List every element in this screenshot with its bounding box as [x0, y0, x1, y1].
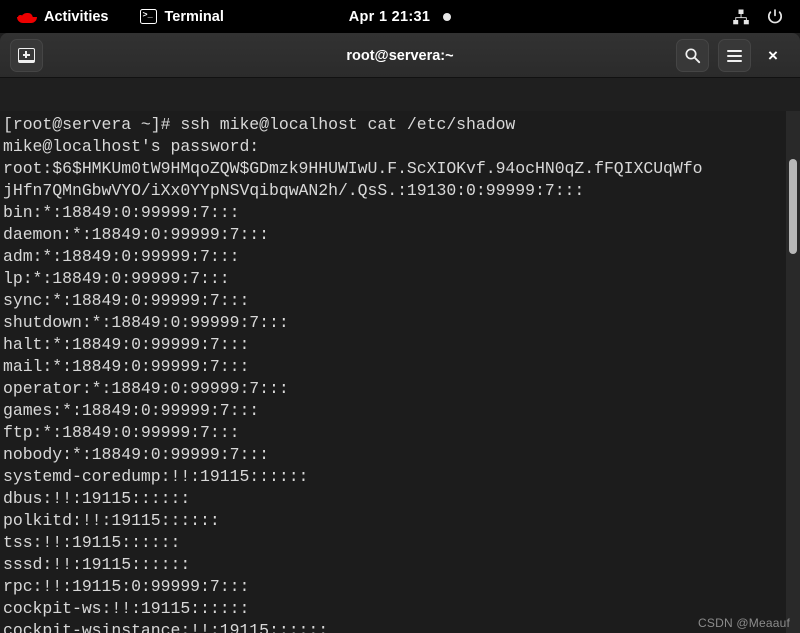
terminal-line: mike@localhost's password: [3, 137, 260, 156]
terminal-line: [root@servera ~]# ssh mike@localhost cat… [3, 115, 516, 134]
app-menu-label: Terminal [164, 8, 224, 25]
scrollbar-thumb[interactable] [789, 159, 797, 254]
terminal-line: ftp:*:18849:0:99999:7::: [3, 423, 240, 442]
menu-button[interactable] [718, 39, 751, 72]
terminal-line: shutdown:*:18849:0:99999:7::: [3, 313, 289, 332]
search-button[interactable] [676, 39, 709, 72]
terminal-scrollbar[interactable] [786, 111, 800, 633]
app-menu-terminal[interactable]: Terminal [131, 0, 232, 33]
terminal-line: tss:!!:19115:::::: [3, 533, 181, 552]
terminal-line: systemd-coredump:!!:19115:::::: [3, 467, 309, 486]
terminal-line: polkitd:!!:19115:::::: [3, 511, 220, 530]
gnome-top-bar: Activities Terminal Apr 1 21:31 [0, 0, 800, 33]
terminal-line: operator:*:18849:0:99999:7::: [3, 379, 289, 398]
top-bar-center: Apr 1 21:31 [0, 0, 800, 33]
recording-indicator-icon[interactable] [443, 12, 452, 21]
terminal-icon [140, 9, 158, 24]
terminal-line: adm:*:18849:0:99999:7::: [3, 247, 240, 266]
close-icon: × [768, 45, 778, 65]
terminal-output[interactable]: [root@servera ~]# ssh mike@localhost cat… [0, 111, 786, 633]
terminal-line: mail:*:18849:0:99999:7::: [3, 357, 250, 376]
terminal-line: sssd:!!:19115:::::: [3, 555, 191, 574]
system-status-area[interactable] [732, 0, 800, 33]
terminal-line: sync:*:18849:0:99999:7::: [3, 291, 250, 310]
terminal-line: nobody:*:18849:0:99999:7::: [3, 445, 269, 464]
new-tab-icon [18, 47, 35, 63]
clock[interactable]: Apr 1 21:31 [349, 9, 430, 25]
terminal-line: rpc:!!:19115:0:99999:7::: [3, 577, 250, 596]
terminal-window: root@servera:~ × [root@servera ~]# ssh m… [0, 33, 800, 633]
network-icon [733, 9, 749, 24]
terminal-line: cockpit-ws:!!:19115:::::: [3, 599, 250, 618]
terminal-line: daemon:*:18849:0:99999:7::: [3, 225, 269, 244]
terminal-line: games:*:18849:0:99999:7::: [3, 401, 260, 420]
terminal-line: dbus:!!:19115:::::: [3, 489, 191, 508]
power-icon [767, 8, 783, 23]
terminal-line: cockpit-wsinstance:!!:19115:::::: [3, 621, 329, 633]
activities-label: Activities [44, 8, 109, 25]
terminal-line: root:$6$HMKUm0tW9HMqoZQW$GDmzk9HHUWIwU.F… [3, 159, 703, 178]
watermark: CSDN @Meaauf [698, 616, 790, 630]
hamburger-menu-icon [727, 49, 742, 62]
activities-button[interactable]: Activities [8, 0, 117, 33]
titlebar-actions: × [676, 33, 800, 78]
terminal-body[interactable]: [root@servera ~]# ssh mike@localhost cat… [0, 111, 800, 633]
close-button[interactable]: × [760, 43, 786, 69]
window-titlebar[interactable]: root@servera:~ × [0, 33, 800, 78]
terminal-line: bin:*:18849:0:99999:7::: [3, 203, 240, 222]
redhat-logo-icon [17, 9, 37, 25]
terminal-line: jHfn7QMnGbwVYO/iXx0YYpNSVqibqwAN2h/.QsS.… [3, 181, 585, 200]
search-icon [685, 48, 701, 64]
new-tab-button[interactable] [10, 38, 43, 72]
terminal-line: halt:*:18849:0:99999:7::: [3, 335, 250, 354]
terminal-line: lp:*:18849:0:99999:7::: [3, 269, 230, 288]
